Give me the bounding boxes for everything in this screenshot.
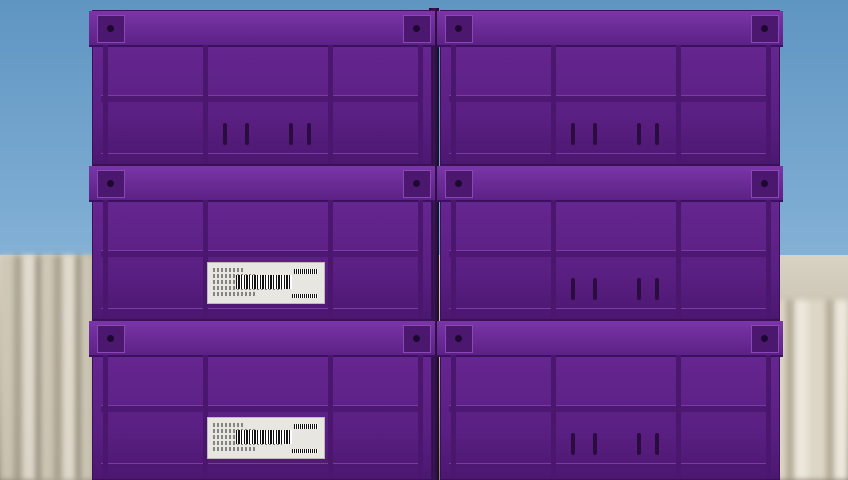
barcode xyxy=(236,275,292,289)
crate-post xyxy=(451,200,456,319)
crate-rib xyxy=(101,463,423,470)
corner-bracket xyxy=(97,15,125,43)
corner-bracket xyxy=(751,15,779,43)
small-barcode xyxy=(294,269,318,274)
vent-slot xyxy=(245,123,249,145)
crate-post xyxy=(676,200,681,319)
small-barcode xyxy=(292,294,318,298)
crate-post xyxy=(418,45,423,164)
crate-rim xyxy=(437,321,783,357)
crate-rib xyxy=(449,95,771,102)
crate-post xyxy=(451,45,456,164)
vent-slot xyxy=(593,123,597,145)
crate-rib xyxy=(101,95,423,102)
crate-rib xyxy=(449,250,771,257)
crate xyxy=(437,10,783,165)
corner-bracket xyxy=(403,170,431,198)
corner-bracket xyxy=(751,325,779,353)
crate-rib xyxy=(449,153,771,160)
vent-slot xyxy=(637,433,641,455)
crate-post xyxy=(103,355,108,479)
corner-bracket xyxy=(445,170,473,198)
crate-post xyxy=(103,45,108,164)
crate-rib xyxy=(449,463,771,470)
corner-bracket xyxy=(445,325,473,353)
crate-stack xyxy=(89,8,786,480)
crate-rim xyxy=(437,166,783,202)
crate-post xyxy=(328,45,333,164)
crate-post xyxy=(328,355,333,479)
crate-post xyxy=(103,200,108,319)
vent-slot xyxy=(593,278,597,300)
vent-slot xyxy=(593,433,597,455)
crate-rib xyxy=(101,308,423,315)
vent-slot xyxy=(307,123,311,145)
shipping-label xyxy=(207,262,325,304)
vent-slot xyxy=(655,123,659,145)
vent-slot xyxy=(637,123,641,145)
crate-post xyxy=(676,355,681,479)
crate-post xyxy=(766,45,771,164)
vent-slot xyxy=(571,433,575,455)
crate-rib xyxy=(101,153,423,160)
vent-slot xyxy=(571,278,575,300)
corner-bracket xyxy=(751,170,779,198)
vent-slot xyxy=(571,123,575,145)
crate xyxy=(437,320,783,480)
vent-slot xyxy=(637,278,641,300)
small-barcode xyxy=(292,449,318,453)
barcode xyxy=(236,430,292,444)
crate-post xyxy=(418,200,423,319)
photo-scene xyxy=(0,0,848,480)
corner-bracket xyxy=(403,15,431,43)
crate-post xyxy=(766,200,771,319)
vent-slot xyxy=(223,123,227,145)
crate xyxy=(89,10,435,165)
crate-post xyxy=(766,355,771,479)
vent-slot xyxy=(289,123,293,145)
crate-post xyxy=(551,200,556,319)
corner-bracket xyxy=(445,15,473,43)
crate-rib xyxy=(449,308,771,315)
corner-bracket xyxy=(97,325,125,353)
crate-post xyxy=(676,45,681,164)
small-barcode xyxy=(294,424,318,429)
crate xyxy=(437,165,783,320)
corner-bracket xyxy=(403,325,431,353)
crate-post xyxy=(203,45,208,164)
corner-bracket xyxy=(97,170,125,198)
crate-post xyxy=(418,355,423,479)
crate-post xyxy=(451,355,456,479)
crate-post xyxy=(328,200,333,319)
shipping-label xyxy=(207,417,325,459)
crate xyxy=(89,320,435,480)
crate-post xyxy=(551,45,556,164)
vent-slot xyxy=(655,278,659,300)
crate-rib xyxy=(449,405,771,412)
crate-rim xyxy=(437,11,783,47)
crate xyxy=(89,165,435,320)
crate-rib xyxy=(101,250,423,257)
crate-rim xyxy=(89,166,435,202)
crate-rim xyxy=(89,11,435,47)
crate-rib xyxy=(101,405,423,412)
crate-post xyxy=(551,355,556,479)
crate-rim xyxy=(89,321,435,357)
vent-slot xyxy=(655,433,659,455)
